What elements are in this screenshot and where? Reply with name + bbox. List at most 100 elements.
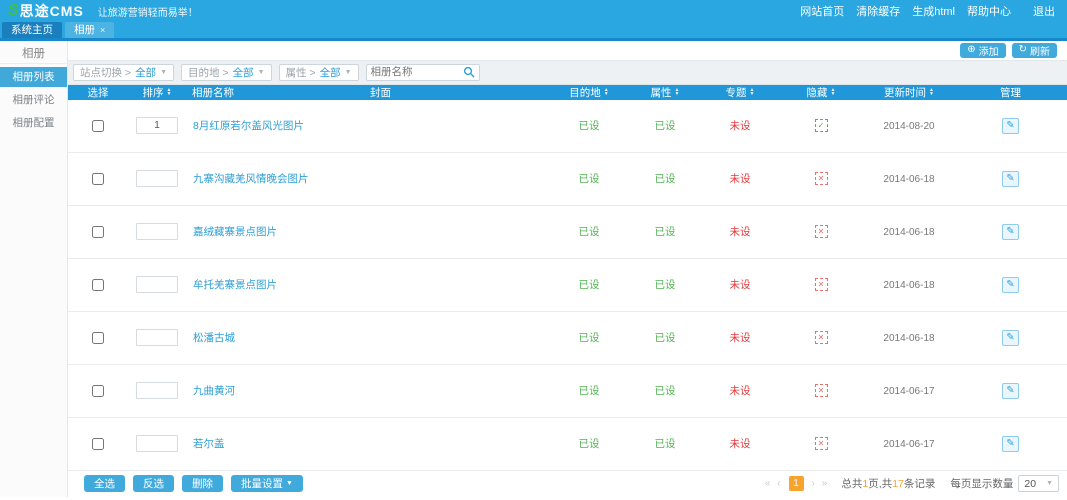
column-header-destination[interactable]: 目的地▲▼ — [550, 85, 628, 100]
topic-status: 未设 — [730, 120, 751, 132]
updated-date: 2014-06-18 — [883, 227, 934, 238]
album-name-link[interactable]: 8月红原若尔盖风光图片 — [186, 118, 304, 133]
column-header-sort[interactable]: 排序▲▼ — [128, 85, 186, 100]
column-header-cover: 封面 — [360, 85, 550, 100]
filter-label: 属性 > — [286, 65, 316, 80]
invert-selection-button[interactable]: 反选 — [133, 475, 174, 492]
hidden-toggle-icon[interactable]: ✕ — [815, 384, 828, 397]
album-name-link[interactable]: 牟托羌寨景点图片 — [186, 277, 277, 292]
sidebar-item-album-settings[interactable]: 相册配置 — [0, 113, 67, 133]
row-checkbox[interactable] — [92, 173, 104, 185]
edit-icon[interactable]: ✎ — [1002, 330, 1019, 346]
delete-button[interactable]: 删除 — [182, 475, 223, 492]
refresh-icon: ↻ — [1019, 45, 1027, 55]
destination-status: 已设 — [579, 226, 600, 238]
summary-text: 总共 — [841, 478, 862, 490]
album-name-link[interactable]: 九寨沟藏羌风情晚会图片 — [186, 171, 309, 186]
updated-date: 2014-06-18 — [883, 333, 934, 344]
updated-date: 2014-06-17 — [883, 386, 934, 397]
updated-date: 2014-06-18 — [883, 174, 934, 185]
close-icon[interactable]: × — [100, 25, 105, 35]
sort-input[interactable] — [136, 170, 178, 187]
attribute-status: 已设 — [655, 332, 676, 344]
row-checkbox[interactable] — [92, 438, 104, 450]
topic-status: 未设 — [730, 173, 751, 185]
attribute-status: 已设 — [655, 385, 676, 397]
next-page-icon[interactable]: › — [811, 478, 816, 489]
attribute-status: 已设 — [655, 438, 676, 450]
chevron-down-icon: ▼ — [286, 480, 293, 487]
table-body: 8月红原若尔盖风光图片 已设 已设 未设 ✓ 2014-08-20 ✎ 九寨沟藏… — [68, 100, 1067, 471]
row-checkbox[interactable] — [92, 385, 104, 397]
column-header-updated[interactable]: 更新时间▲▼ — [864, 85, 954, 100]
prev-page-icon[interactable]: ‹ — [776, 478, 781, 489]
hidden-toggle-icon[interactable]: ✕ — [815, 278, 828, 291]
edit-icon[interactable]: ✎ — [1002, 224, 1019, 240]
sort-input[interactable] — [136, 435, 178, 452]
attribute-filter-dropdown[interactable]: 属性 > 全部 ▼ — [279, 64, 359, 81]
search-input[interactable] — [371, 66, 463, 78]
hidden-toggle-icon[interactable]: ✕ — [815, 331, 828, 344]
hidden-toggle-icon[interactable]: ✓ — [815, 119, 828, 132]
sort-input[interactable] — [136, 117, 178, 134]
column-header-topic[interactable]: 专题▲▼ — [702, 85, 778, 100]
edit-icon[interactable]: ✎ — [1002, 171, 1019, 187]
top-link[interactable]: 退出 — [1033, 3, 1055, 19]
sort-input[interactable] — [136, 382, 178, 399]
last-page-icon[interactable]: » — [821, 478, 829, 489]
row-checkbox[interactable] — [92, 120, 104, 132]
top-link[interactable]: 网站首页 — [800, 3, 844, 19]
sort-arrows-icon: ▲▼ — [675, 88, 680, 96]
table-header-row: 选择排序▲▼相册名称封面目的地▲▼属性▲▼专题▲▼隐藏▲▼更新时间▲▼管理 — [68, 85, 1067, 100]
tab-album[interactable]: 相册× — [65, 22, 114, 38]
column-header-hidden[interactable]: 隐藏▲▼ — [778, 85, 864, 100]
refresh-button[interactable]: ↻ 刷新 — [1012, 43, 1057, 58]
filter-value: 全部 — [233, 65, 254, 80]
column-header-select: 选择 — [68, 85, 128, 100]
topic-status: 未设 — [730, 332, 751, 344]
sort-input[interactable] — [136, 329, 178, 346]
attribute-status: 已设 — [655, 120, 676, 132]
edit-icon[interactable]: ✎ — [1002, 383, 1019, 399]
hidden-toggle-icon[interactable]: ✕ — [815, 225, 828, 238]
batch-settings-button[interactable]: 批量设置 ▼ — [231, 475, 303, 492]
row-checkbox[interactable] — [92, 226, 104, 238]
tab-system-home[interactable]: 系统主页 — [2, 22, 62, 38]
first-page-icon[interactable]: « — [764, 478, 772, 489]
album-name-link[interactable]: 嘉绒藏寨景点图片 — [186, 224, 277, 239]
edit-icon[interactable]: ✎ — [1002, 277, 1019, 293]
sidebar-item-album-list[interactable]: 相册列表 — [0, 67, 67, 87]
album-name-link[interactable]: 九曲黄河 — [186, 383, 235, 398]
destination-status: 已设 — [579, 173, 600, 185]
chevron-down-icon: ▼ — [1046, 480, 1053, 487]
hidden-toggle-icon[interactable]: ✕ — [815, 437, 828, 450]
top-link[interactable]: 生成html — [912, 3, 955, 19]
search-icon[interactable] — [463, 66, 475, 78]
top-link[interactable]: 帮助中心 — [967, 3, 1011, 19]
site-filter-dropdown[interactable]: 站点切换 > 全部 ▼ — [73, 64, 174, 81]
sidebar-item-album-comments[interactable]: 相册评论 — [0, 90, 67, 110]
album-name-link[interactable]: 若尔盖 — [186, 436, 225, 451]
attribute-status: 已设 — [655, 279, 676, 291]
select-all-button[interactable]: 全选 — [84, 475, 125, 492]
row-checkbox[interactable] — [92, 332, 104, 344]
edit-icon[interactable]: ✎ — [1002, 436, 1019, 452]
destination-filter-dropdown[interactable]: 目的地 > 全部 ▼ — [181, 64, 272, 81]
sort-input[interactable] — [136, 223, 178, 240]
table-row: 嘉绒藏寨景点图片 已设 已设 未设 ✕ 2014-06-18 ✎ — [68, 206, 1067, 259]
top-link[interactable]: 清除缓存 — [856, 3, 900, 19]
hidden-toggle-icon[interactable]: ✕ — [815, 172, 828, 185]
filter-label: 目的地 > — [188, 65, 229, 80]
record-summary: 总共1页,共17条记录 — [841, 476, 935, 491]
sort-input[interactable] — [136, 276, 178, 293]
column-header-manage: 管理 — [954, 85, 1067, 100]
sidebar-title: 相册 — [0, 44, 67, 64]
per-page-select[interactable]: 20 ▼ — [1018, 475, 1059, 492]
current-page[interactable]: 1 — [789, 476, 804, 491]
add-button[interactable]: ⊕ 添加 — [960, 43, 1005, 58]
add-icon: ⊕ — [967, 45, 975, 55]
column-header-attribute[interactable]: 属性▲▼ — [628, 85, 702, 100]
album-name-link[interactable]: 松潘古城 — [186, 330, 235, 345]
row-checkbox[interactable] — [92, 279, 104, 291]
edit-icon[interactable]: ✎ — [1002, 118, 1019, 134]
